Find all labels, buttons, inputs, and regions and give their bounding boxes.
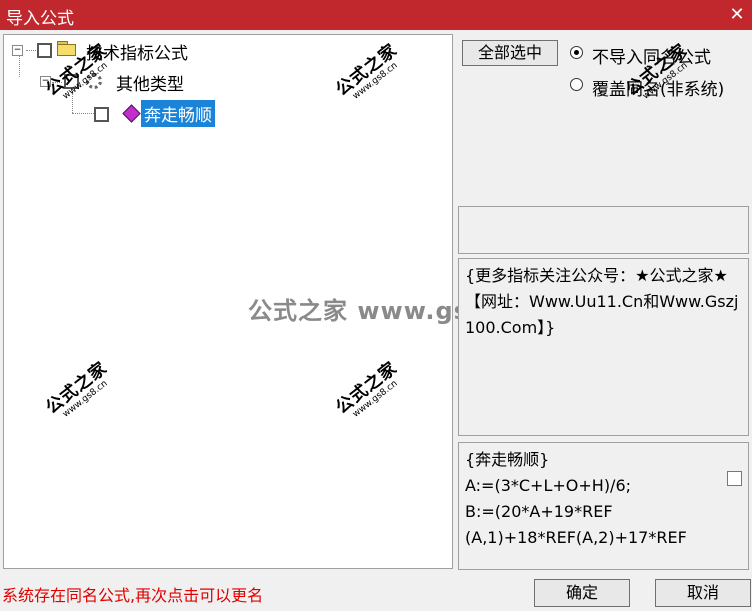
group-checkbox[interactable] (64, 74, 79, 89)
description-panel (458, 206, 749, 254)
tree-guide-line (26, 50, 36, 51)
select-all-button[interactable]: 全部选中 (462, 40, 558, 66)
collapse-group-icon[interactable]: − (40, 76, 51, 87)
info-text: {更多指标关注公众号：★公式之家★ 【网址：Www.Uu11.Cn和Www.Gs… (465, 266, 739, 337)
radio-no-import-label[interactable]: 不导入同名公式 (592, 43, 711, 68)
ok-button[interactable]: 确定 (534, 579, 630, 607)
radio-no-import-dot[interactable] (570, 46, 583, 59)
root-checkbox[interactable] (37, 43, 52, 58)
cancel-button[interactable]: 取消 (655, 579, 751, 607)
tree-node-leaf-label[interactable]: 奔走畅顺 (141, 100, 215, 127)
radio-overwrite-dot[interactable] (570, 78, 583, 91)
folder-icon (57, 41, 77, 56)
formula-panel[interactable]: {奔走畅顺} A:=(3*C+L+O+H)/6; B:=(20*A+19*REF… (458, 442, 749, 570)
tree-node-group-label[interactable]: 其他类型 (116, 70, 184, 95)
formula-text: {奔走畅顺} A:=(3*C+L+O+H)/6; B:=(20*A+19*REF… (465, 450, 687, 547)
leaf-checkbox[interactable] (94, 107, 109, 122)
formula-gem-icon (122, 104, 141, 123)
tree-guide-line (72, 113, 94, 114)
tree-guide-line (72, 91, 73, 113)
radio-overwrite-label[interactable]: 覆盖同名(非系统) (592, 75, 724, 100)
window-title: 导入公式 (6, 9, 74, 29)
tree-node-root-label[interactable]: 技术指标公式 (86, 39, 188, 64)
tree-guide-line (19, 55, 20, 77)
collapse-root-icon[interactable]: − (12, 45, 23, 56)
info-panel: {更多指标关注公众号：★公式之家★ 【网址：Www.Uu11.Cn和Www.Gs… (458, 258, 749, 436)
status-message: 系统存在同名公式,再次点击可以更名 (2, 586, 264, 605)
title-bar: 导入公式 ✕ (0, 0, 752, 30)
tree-guide-line (52, 82, 62, 83)
close-icon[interactable]: ✕ (722, 0, 752, 30)
formula-checkbox[interactable] (727, 471, 742, 486)
gear-icon (86, 73, 102, 89)
